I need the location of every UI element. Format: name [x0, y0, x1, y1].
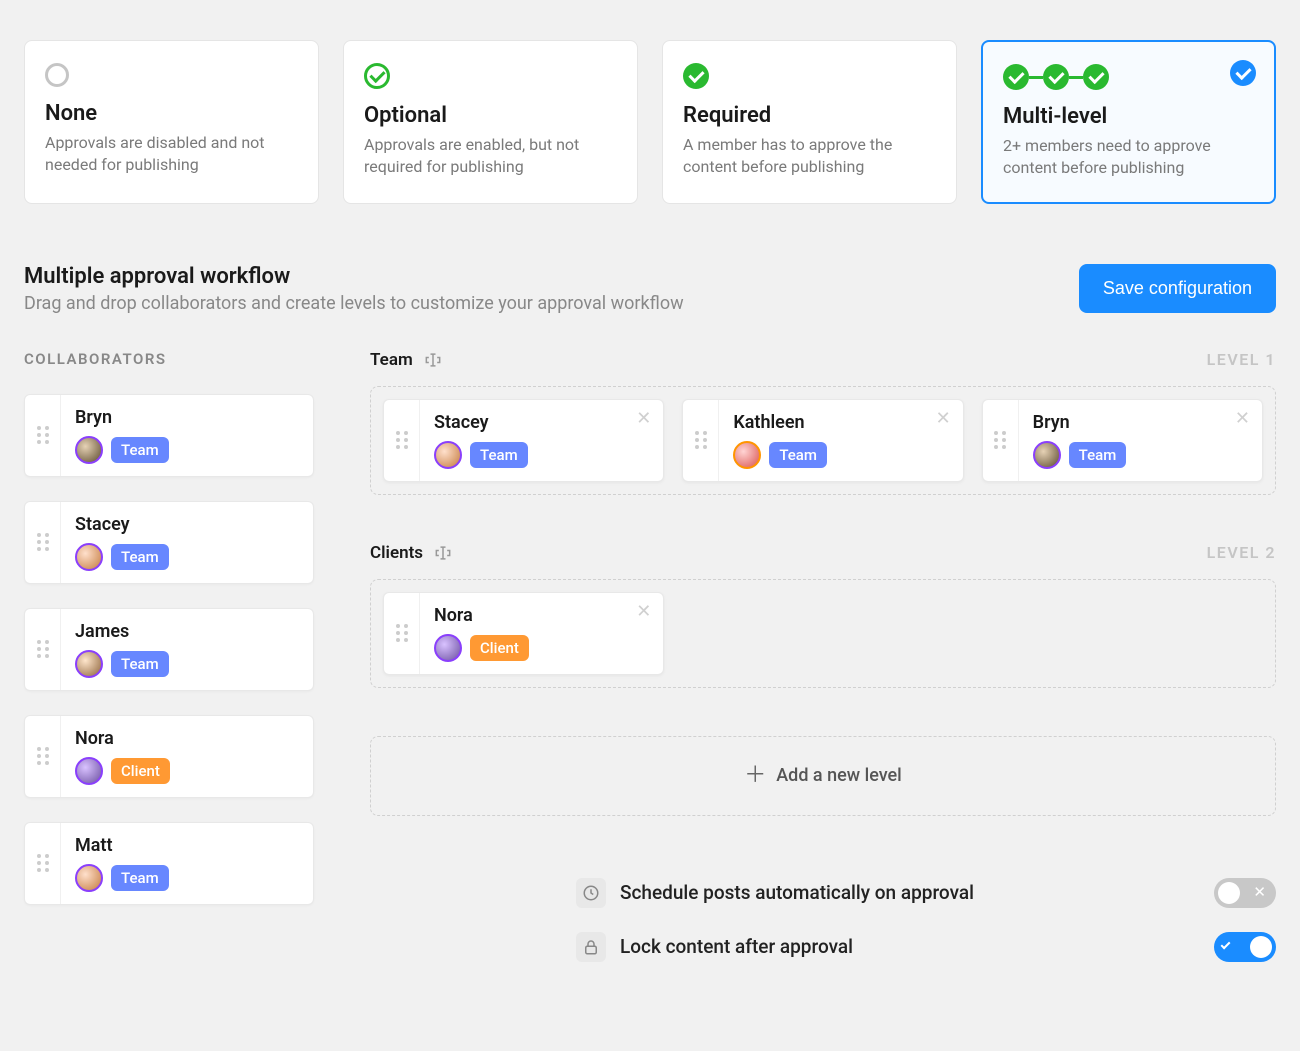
collaborator-card[interactable]: Bryn Team [24, 394, 314, 477]
workflow-subtitle: Drag and drop collaborators and create l… [24, 293, 684, 314]
collaborator-name: James [75, 621, 299, 642]
role-tag: Team [111, 544, 169, 570]
drag-handle[interactable] [683, 400, 719, 481]
level-member-card[interactable]: Kathleen Team ✕ [682, 399, 963, 482]
lock-toggle[interactable] [1214, 932, 1276, 962]
level-number: LEVEL 1 [1207, 350, 1276, 369]
levels-column: Team LEVEL 1 Stacey Team ✕ Kathleen Team [370, 350, 1276, 974]
collaborator-card[interactable]: Stacey Team [24, 501, 314, 584]
level-header: Clients LEVEL 2 [370, 543, 1276, 563]
drag-handle[interactable] [25, 609, 61, 690]
drag-handle[interactable] [384, 400, 420, 481]
option-desc: Approvals are enabled, but not required … [364, 134, 617, 179]
option-required[interactable]: Required A member has to approve the con… [662, 40, 957, 204]
check-outline-icon [364, 63, 390, 89]
lock-icon [576, 932, 606, 962]
option-desc: A member has to approve the content befo… [683, 134, 936, 179]
remove-member-icon[interactable]: ✕ [636, 603, 651, 621]
avatar [75, 757, 103, 785]
workflow-header: Multiple approval workflow Drag and drop… [24, 264, 1276, 314]
level-member-card[interactable]: Nora Client ✕ [383, 592, 664, 675]
option-none[interactable]: None Approvals are disabled and not need… [24, 40, 319, 204]
role-tag: Client [111, 758, 170, 784]
drag-handle[interactable] [384, 593, 420, 674]
option-title: Required [683, 103, 936, 128]
drag-handle[interactable] [25, 823, 61, 904]
collaborators-heading: COLLABORATORS [24, 350, 314, 368]
remove-member-icon[interactable]: ✕ [636, 410, 651, 428]
check-icon [1221, 939, 1231, 949]
remove-member-icon[interactable]: ✕ [1235, 410, 1250, 428]
member-name: Nora [434, 605, 649, 626]
collaborator-card[interactable]: Matt Team [24, 822, 314, 905]
level-dropzone[interactable]: Nora Client ✕ [370, 579, 1276, 688]
avatar [75, 650, 103, 678]
approval-options-grid: None Approvals are disabled and not need… [24, 40, 1276, 204]
setting-row-schedule: Schedule posts automatically on approval… [576, 866, 1276, 920]
role-tag: Team [111, 437, 169, 463]
setting-label: Schedule posts automatically on approval [620, 881, 974, 904]
level-member-card[interactable]: Stacey Team ✕ [383, 399, 664, 482]
collaborator-name: Matt [75, 835, 299, 856]
rename-icon[interactable] [433, 543, 453, 563]
avatar [75, 864, 103, 892]
setting-label: Lock content after approval [620, 935, 853, 958]
role-tag: Client [470, 635, 529, 661]
rename-icon[interactable] [423, 350, 443, 370]
option-title: None [45, 101, 298, 126]
x-icon: ✕ [1253, 883, 1266, 901]
role-tag: Team [111, 865, 169, 891]
role-tag: Team [769, 442, 827, 468]
option-optional[interactable]: Optional Approvals are enabled, but not … [343, 40, 638, 204]
clock-icon [576, 878, 606, 908]
option-multi-level[interactable]: Multi-level 2+ members need to approve c… [981, 40, 1276, 204]
add-level-button[interactable]: ＋ Add a new level [370, 736, 1276, 816]
level-title: Team [370, 350, 413, 370]
level-dropzone[interactable]: Stacey Team ✕ Kathleen Team ✕ Bryn [370, 386, 1276, 495]
option-desc: 2+ members need to approve content befor… [1003, 135, 1254, 180]
empty-circle-icon [45, 63, 69, 87]
remove-member-icon[interactable]: ✕ [936, 410, 951, 428]
collaborator-name: Stacey [75, 514, 299, 535]
member-name: Stacey [434, 412, 649, 433]
option-title: Optional [364, 103, 617, 128]
selected-check-icon [1230, 60, 1256, 86]
option-desc: Approvals are disabled and not needed fo… [45, 132, 298, 177]
level-header: Team LEVEL 1 [370, 350, 1276, 370]
schedule-toggle[interactable]: ✕ [1214, 878, 1276, 908]
level-number: LEVEL 2 [1207, 543, 1276, 562]
collaborator-name: Nora [75, 728, 299, 749]
add-level-label: Add a new level [776, 765, 902, 786]
multi-check-icon [1003, 64, 1109, 90]
role-tag: Team [470, 442, 528, 468]
drag-handle[interactable] [25, 716, 61, 797]
avatar [434, 634, 462, 662]
level-title: Clients [370, 543, 423, 563]
collaborator-card[interactable]: Nora Client [24, 715, 314, 798]
save-configuration-button[interactable]: Save configuration [1079, 264, 1276, 313]
workflow-title: Multiple approval workflow [24, 264, 684, 289]
drag-handle[interactable] [983, 400, 1019, 481]
collaborators-column: COLLABORATORS Bryn Team Stacey Team Jame… [24, 350, 314, 929]
avatar [434, 441, 462, 469]
drag-handle[interactable] [25, 502, 61, 583]
collaborator-card[interactable]: James Team [24, 608, 314, 691]
avatar [733, 441, 761, 469]
plus-icon: ＋ [744, 765, 766, 787]
role-tag: Team [1069, 442, 1127, 468]
setting-row-lock: Lock content after approval [576, 920, 1276, 974]
level-member-card[interactable]: Bryn Team ✕ [982, 399, 1263, 482]
role-tag: Team [111, 651, 169, 677]
collaborator-name: Bryn [75, 407, 299, 428]
drag-handle[interactable] [25, 395, 61, 476]
check-solid-icon [683, 63, 709, 89]
member-name: Kathleen [733, 412, 948, 433]
avatar [75, 543, 103, 571]
member-name: Bryn [1033, 412, 1248, 433]
avatar [1033, 441, 1061, 469]
avatar [75, 436, 103, 464]
option-title: Multi-level [1003, 104, 1254, 129]
